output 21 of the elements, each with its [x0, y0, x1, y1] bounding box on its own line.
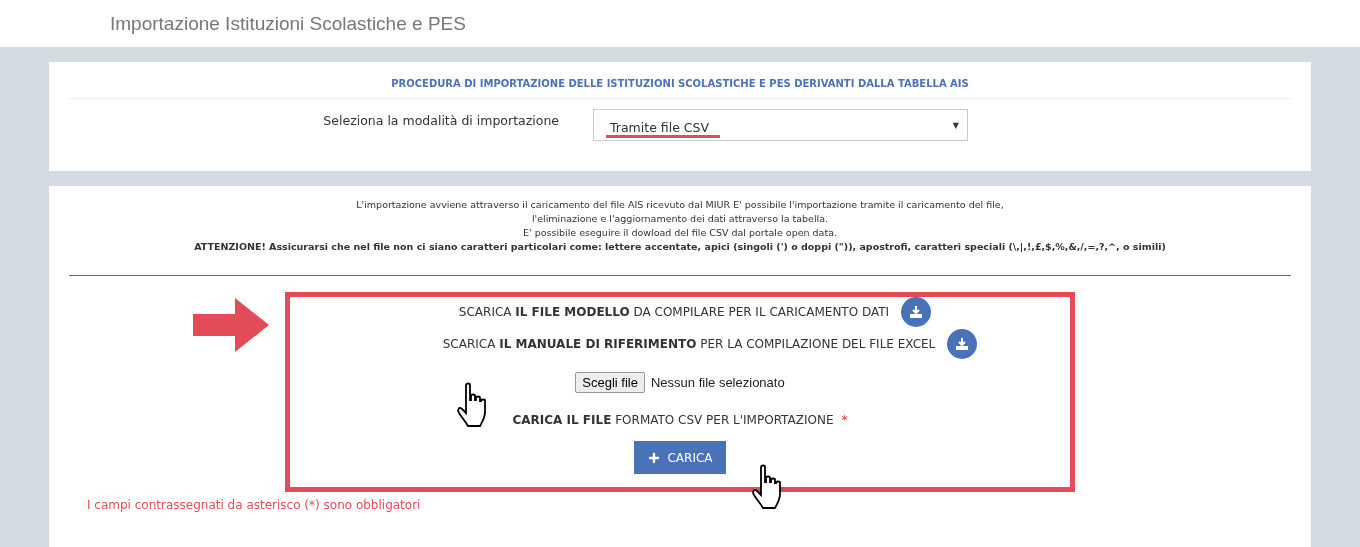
- upload-button[interactable]: CARICA: [634, 441, 726, 474]
- info-text: L'importazione avviene attraverso il caricamento del file AIS ricevuto dal MIUR E' possibile l'importazione tramite il caricamento del file,: [355, 198, 1005, 212]
- choose-file-button[interactable]: Scegli file: [575, 372, 645, 393]
- mode-select[interactable]: Tramite file CSV ▼: [593, 109, 968, 141]
- info-text: l'eliminazione e l'aggiornamento dei dati attraverso la tabella.: [530, 212, 830, 226]
- file-status: Nessun file selezionato: [650, 375, 785, 390]
- download-button[interactable]: [947, 329, 978, 359]
- warning-text: ATTENZIONE! Assicurarsi che nel file non ci siano caratteri particolari come: lettere accentate, apici (singoli (') o doppi (")), apostrofi, caratteri speciali (\,|,!,£,$,%,&,/,=,?,^, o simili): [193, 240, 1167, 254]
- download-icon: [909, 305, 924, 319]
- required-note: I campi contrassegnati da asterisco (*) sono obbligatori: [87, 498, 421, 512]
- procedure-heading: PROCEDURA DI IMPORTAZIONE DELLE ISTITUZIONI SCOLASTICHE E PES DERIVANTI DALLA TABELLA AIS: [69, 62, 1291, 99]
- select-label: Seleziona la modalità di importazione: [322, 112, 559, 130]
- download-label: SCARICA IL FILE MODELLO DA COMPILARE PER IL CARICAMENTO DATI: [458, 305, 890, 319]
- required-mark: *: [841, 413, 848, 427]
- upload-label: CARICA IL FILE FORMATO CSV PER L'IMPORTAZIONE: [512, 413, 834, 427]
- download-button[interactable]: [901, 297, 932, 327]
- info-text: E' possibile eseguire il dowload del file CSV dal portale open data.: [522, 226, 838, 240]
- plus-icon: [647, 450, 662, 465]
- page-title: Importazione Istituzioni Scolastiche e PES: [110, 12, 466, 35]
- download-icon: [955, 337, 970, 351]
- download-label: SCARICA IL MANUALE DI RIFERIMENTO PER LA COMPILAZIONE DEL FILE EXCEL: [442, 337, 936, 351]
